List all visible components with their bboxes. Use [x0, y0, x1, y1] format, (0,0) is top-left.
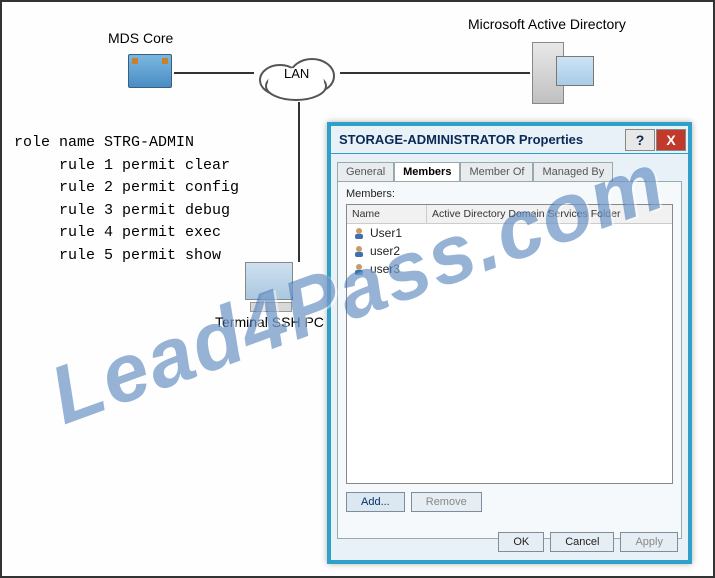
tab-managed-by[interactable]: Managed By — [533, 162, 613, 181]
tab-strip: General Members Member Of Managed By — [337, 162, 682, 181]
close-button[interactable]: X — [656, 129, 686, 151]
dialog-titlebar[interactable]: STORAGE-ADMINISTRATOR Properties ? X — [331, 126, 688, 154]
wire-lan-ad — [340, 72, 530, 74]
terminal-keyboard-icon — [250, 302, 292, 312]
ad-label: Microsoft Active Directory — [468, 16, 626, 32]
ok-button[interactable]: OK — [498, 532, 544, 552]
user-name: user3 — [370, 262, 400, 276]
wire-mds-lan — [174, 72, 254, 74]
list-item[interactable]: user2 — [347, 242, 672, 260]
role-config-block: role name STRG-ADMIN rule 1 permit clear… — [14, 132, 239, 267]
mds-label: MDS Core — [108, 30, 173, 46]
members-panel: Members: Name Active Directory Domain Se… — [337, 181, 682, 539]
terminal-monitor-icon — [245, 262, 293, 300]
rule-line: rule 3 permit debug — [59, 202, 230, 219]
user-icon — [352, 244, 366, 258]
server-monitor-icon — [556, 56, 594, 86]
apply-button[interactable]: Apply — [620, 532, 678, 552]
list-item[interactable]: user3 — [347, 260, 672, 278]
members-listbox[interactable]: Name Active Directory Domain Services Fo… — [346, 204, 673, 484]
help-button[interactable]: ? — [625, 129, 655, 151]
add-button[interactable]: Add... — [346, 492, 405, 512]
mds-switch-icon — [128, 54, 172, 88]
rule-line: rule 2 permit config — [59, 179, 239, 196]
tab-members[interactable]: Members — [394, 162, 460, 181]
role-line: role name STRG-ADMIN — [14, 134, 194, 151]
panel-button-row: Add... Remove — [346, 492, 673, 512]
dialog-title: STORAGE-ADMINISTRATOR Properties — [339, 132, 624, 147]
remove-button[interactable]: Remove — [411, 492, 482, 512]
user-name: user2 — [370, 244, 400, 258]
col-folder[interactable]: Active Directory Domain Services Folder — [427, 205, 672, 223]
wire-lan-terminal — [298, 102, 300, 262]
properties-dialog: STORAGE-ADMINISTRATOR Properties ? X Gen… — [327, 122, 692, 564]
terminal-label: Terminal SSH PC — [215, 314, 324, 330]
tab-general[interactable]: General — [337, 162, 394, 181]
user-name: User1 — [370, 226, 402, 240]
lan-label: LAN — [284, 66, 309, 81]
tab-member-of[interactable]: Member Of — [460, 162, 533, 181]
rule-line: rule 4 permit exec — [59, 224, 221, 241]
list-item[interactable]: User1 — [347, 224, 672, 242]
rule-line: rule 5 permit show — [59, 247, 221, 264]
user-icon — [352, 262, 366, 276]
members-label: Members: — [346, 188, 673, 200]
list-header: Name Active Directory Domain Services Fo… — [347, 205, 672, 224]
col-name[interactable]: Name — [347, 205, 427, 223]
rule-line: rule 1 permit clear — [59, 157, 230, 174]
cancel-button[interactable]: Cancel — [550, 532, 614, 552]
dialog-footer: OK Cancel Apply — [498, 532, 678, 552]
user-icon — [352, 226, 366, 240]
lan-cloud-icon: LAN — [254, 50, 340, 102]
